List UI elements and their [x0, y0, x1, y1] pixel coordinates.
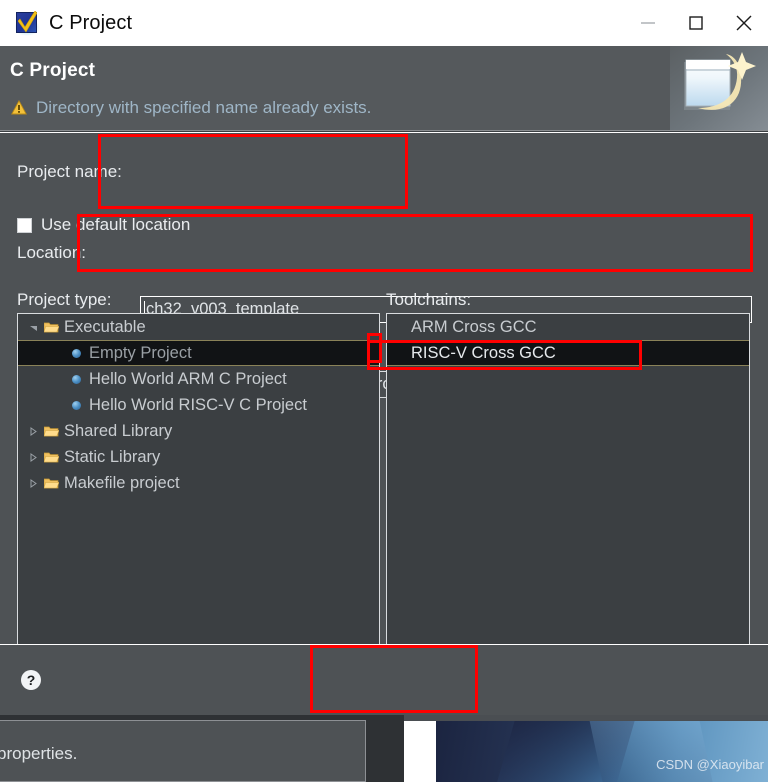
toolchain-item-label: RISC-V Cross GCC [411, 343, 556, 362]
background-dialog-text: properties. [0, 744, 78, 763]
maximize-button[interactable] [672, 0, 720, 46]
toolchains-list[interactable]: ARM Cross GCC RISC-V Cross GCC [386, 313, 750, 664]
close-button[interactable] [720, 0, 768, 46]
tree-item-hello-world-riscv[interactable]: Hello World RISC-V C Project [18, 392, 379, 418]
tree-item-static-library[interactable]: Static Library [18, 444, 379, 470]
tree-item-label: Static Library [64, 447, 161, 466]
wizard-banner-icon [670, 46, 768, 130]
toolchains-label: Toolchains: [386, 290, 472, 309]
validation-message: Directory with specified name already ex… [36, 98, 372, 117]
toolchain-item-riscv-cross-gcc[interactable]: RISC-V Cross GCC [387, 340, 749, 366]
location-row: Location: [17, 243, 86, 263]
wizard-header: C Project Directory with specified name … [0, 46, 768, 131]
folder-open-icon [42, 477, 61, 490]
project-type-label: Project type: [17, 290, 112, 309]
location-label: Location: [17, 243, 86, 262]
tree-item-hello-world-arm[interactable]: Hello World ARM C Project [18, 366, 379, 392]
folder-open-icon [42, 425, 61, 438]
project-dot-icon [68, 400, 85, 410]
chevron-down-icon[interactable] [24, 323, 42, 332]
folder-open-icon [42, 451, 61, 464]
wallpaper-top-strip [404, 715, 768, 721]
project-name-label: Project name: [17, 162, 122, 181]
tree-item-label: Empty Project [89, 343, 192, 362]
wallpaper-white-edge [404, 715, 436, 782]
use-default-location-label: Use default location [41, 215, 191, 234]
page-title: C Project [10, 60, 96, 81]
desktop-wallpaper: CSDN @Xiaoyibar [404, 715, 768, 782]
tree-item-shared-library[interactable]: Shared Library [18, 418, 379, 444]
wizard-body: Project name: ch32_v003_template Use def… [0, 132, 768, 691]
chevron-right-icon[interactable] [24, 452, 42, 462]
toolchain-item-arm-cross-gcc[interactable]: ARM Cross GCC [387, 314, 749, 340]
watermark: CSDN @Xiaoyibar [656, 757, 764, 772]
project-name-row: Project name: [17, 162, 122, 182]
c-project-icon [14, 10, 40, 36]
use-default-location-checkbox[interactable] [17, 217, 32, 233]
use-default-location-row[interactable]: Use default location [17, 215, 190, 235]
tree-item-makefile-project[interactable]: Makefile project [18, 470, 379, 496]
project-dot-icon [68, 348, 85, 358]
minimize-button[interactable] [624, 0, 672, 46]
header-separator [0, 132, 768, 133]
tree-item-label: Shared Library [64, 421, 173, 440]
toolchain-item-label: ARM Cross GCC [411, 317, 537, 336]
wizard-footer: ? < Back Next > Finish Cancel [0, 644, 768, 715]
tree-item-label: Hello World ARM C Project [89, 369, 287, 388]
chevron-right-icon[interactable] [24, 426, 42, 436]
wallpaper-image [436, 720, 768, 782]
folder-open-icon [42, 321, 61, 334]
tree-item-label: Hello World RISC-V C Project [89, 395, 307, 414]
help-icon[interactable]: ? [20, 669, 42, 691]
background-dialog: properties. [0, 720, 366, 782]
svg-text:?: ? [27, 672, 36, 688]
tree-item-label: Makefile project [64, 473, 180, 492]
background-area: properties. CSDN @Xiaoyibar [0, 715, 768, 782]
window-controls [624, 0, 768, 46]
tree-item-executable[interactable]: Executable [18, 314, 379, 340]
warning-icon [11, 100, 27, 115]
project-type-tree[interactable]: Executable Empty Project Hello World ARM… [17, 313, 380, 664]
window-title-bar: C Project [0, 0, 768, 46]
window-title: C Project [49, 11, 133, 34]
tree-item-empty-project[interactable]: Empty Project [18, 340, 379, 366]
chevron-right-icon[interactable] [24, 478, 42, 488]
tree-item-label: Executable [64, 317, 146, 336]
screen: C Project C Project Directory with speci… [0, 0, 768, 782]
project-dot-icon [68, 374, 85, 384]
